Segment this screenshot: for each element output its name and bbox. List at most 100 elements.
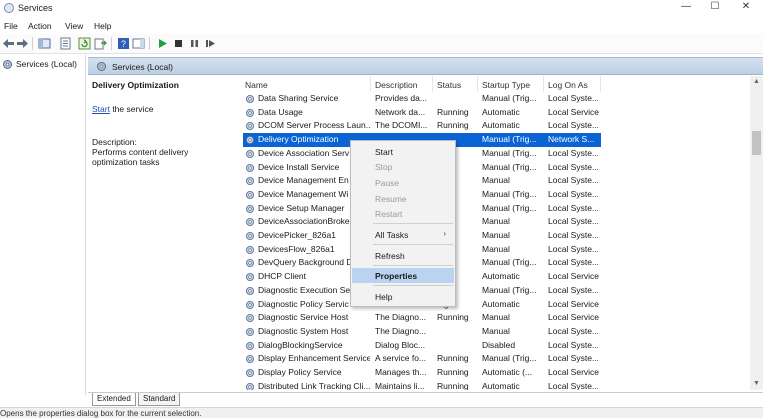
table-row[interactable]: Diagnostic Execution Se Manual (Trig... Lo…	[241, 284, 750, 298]
table-row[interactable]: Diagnostic Service Host The Diagno... Runn…	[241, 311, 750, 325]
services-list[interactable]: ^ Name Description Status Startup Type L…	[241, 76, 750, 390]
cell-startup-type: Automatic (...	[482, 367, 533, 377]
table-row[interactable]: Device Install Service Manual (Trig... Loc…	[241, 161, 750, 175]
table-row[interactable]: DCOM Server Process Laun... The DCOMI... R…	[241, 119, 750, 133]
table-row[interactable]: Distributed Link Tracking Cli... Maintain…	[241, 380, 750, 390]
table-row[interactable]: Delivery Optimization Manual (Trig... Netw…	[241, 133, 750, 147]
gear-icon	[245, 272, 255, 282]
menu-file[interactable]: File	[4, 21, 18, 31]
stop-service-icon[interactable]	[172, 37, 185, 50]
gear-icon	[245, 382, 255, 390]
scroll-up-icon[interactable]: ▲	[750, 76, 763, 88]
gear-icon	[245, 217, 255, 227]
title-bar: Services — ☐ ✕	[0, 0, 763, 16]
cell-startup-type: Manual (Trig...	[482, 257, 537, 268]
table-row[interactable]: Display Policy Service Manages th... Runni…	[241, 366, 750, 380]
table-row[interactable]: DeviceAssociationBroke Manual Local Syste.…	[241, 215, 750, 229]
menu-bar: File Action View Help	[0, 19, 763, 33]
show-hide-pane-icon[interactable]	[132, 37, 145, 50]
cell-status: Running	[437, 380, 469, 390]
table-row[interactable]: DHCP ClientingAutomaticLocal Service	[241, 270, 750, 284]
cell-log-on-as: Local Syste...	[548, 147, 600, 158]
context-menu-stop: Stop	[375, 162, 393, 172]
tab-standard[interactable]: Standard	[138, 393, 181, 406]
table-row[interactable]: Display Enhancement Service A service fo.…	[241, 352, 750, 366]
start-service-link[interactable]: Start	[92, 104, 110, 114]
gear-icon	[245, 231, 255, 241]
column-header-log-on-as[interactable]: Log On As	[544, 76, 601, 92]
context-menu-resume: Resume	[375, 194, 407, 204]
table-row[interactable]: DevicePicker_826a1 Manual Local Syste...	[241, 229, 750, 243]
gear-icon	[96, 61, 107, 72]
svg-text:?: ?	[121, 39, 126, 49]
table-row[interactable]: DevQuery Background D Manual (Trig... Loca…	[241, 256, 750, 270]
cell-status: Running	[437, 106, 469, 117]
gear-icon	[245, 300, 255, 310]
forward-arrow-icon[interactable]	[16, 37, 29, 50]
column-header-name[interactable]: ^ Name	[241, 76, 371, 92]
cell-log-on-as: Local Syste...	[548, 188, 600, 199]
table-row[interactable]: Data Sharing Service Provides da... Manual…	[241, 92, 750, 106]
sort-ascending-icon: ^	[303, 76, 307, 80]
refresh-icon[interactable]	[78, 37, 91, 50]
cell-startup-type: Disabled	[482, 339, 516, 350]
column-header-startup-type[interactable]: Startup Type	[478, 76, 544, 92]
console-tree-icon[interactable]	[38, 37, 51, 50]
table-row[interactable]: Data Usage Network da... Running Automatic L…	[241, 106, 750, 120]
export-list-icon[interactable]	[94, 37, 107, 50]
cell-log-on-as: Local Syste...	[548, 175, 600, 186]
properties-sheet-icon[interactable]	[59, 37, 72, 50]
table-row[interactable]: Diagnostic System Host The Diagno... Manua…	[241, 325, 750, 339]
table-row[interactable]: Device Setup Manager Manual (Trig... Local…	[241, 202, 750, 216]
gear-icon	[245, 327, 255, 337]
context-menu-all-tasks[interactable]: All Tasks ›	[352, 227, 454, 242]
table-row[interactable]: DevicesFlow_826a1 Manual Local Syste...	[241, 243, 750, 257]
gear-icon	[245, 341, 255, 351]
description-label: Description:	[92, 137, 137, 147]
context-menu-properties[interactable]: Properties	[352, 268, 454, 283]
tree-item-services-local[interactable]: Services (Local)	[2, 58, 82, 72]
gear-icon	[245, 354, 255, 364]
table-row[interactable]: Diagnostic Policy ServicingAutomaticLoca…	[241, 298, 750, 312]
table-row[interactable]: Device Association ServingManual (Trig..…	[241, 147, 750, 161]
context-menu-start[interactable]: Start	[352, 144, 454, 159]
cell-startup-type: Manual	[482, 325, 510, 336]
column-header-status[interactable]: Status	[433, 76, 478, 92]
context-menu-help[interactable]: Help	[352, 289, 454, 304]
scroll-down-icon[interactable]: ▼	[750, 378, 763, 390]
cell-description: Provides da...	[375, 93, 427, 103]
scrollbar-thumb[interactable]	[752, 131, 761, 155]
start-service-icon[interactable]	[156, 37, 169, 50]
minimize-button[interactable]: —	[671, 0, 701, 16]
cell-description: A service fo...	[375, 353, 427, 364]
help-icon[interactable]: ?	[117, 37, 130, 50]
cell-startup-type: Automatic	[482, 271, 520, 282]
cell-status: Running	[437, 367, 469, 377]
cell-description: Manages th...	[375, 367, 427, 377]
gear-icon	[245, 190, 255, 200]
cell-startup-type: Manual (Trig...	[482, 188, 537, 199]
cell-log-on-as: Local Service	[548, 298, 600, 309]
maximize-button[interactable]: ☐	[700, 0, 730, 16]
restart-service-icon[interactable]	[204, 37, 217, 50]
gear-icon	[245, 94, 255, 104]
gear-icon	[245, 108, 255, 118]
table-row[interactable]: Device Management En Manual Local Syste...	[241, 174, 750, 188]
vertical-scrollbar[interactable]: ▲ ▼	[750, 76, 763, 390]
cell-log-on-as: Local Syste...	[548, 339, 600, 350]
menu-action[interactable]: Action	[28, 21, 52, 31]
back-arrow-icon[interactable]	[2, 37, 15, 50]
column-header-description[interactable]: Description	[371, 76, 433, 92]
tab-extended[interactable]: Extended	[92, 393, 136, 406]
table-row[interactable]: Device Management Wi Manual (Trig... Local…	[241, 188, 750, 202]
context-menu-refresh[interactable]: Refresh	[352, 248, 454, 263]
table-row[interactable]: DialogBlockingService Dialog Bloc... Disab…	[241, 339, 750, 353]
cell-description: The Diagno...	[375, 312, 427, 323]
toolbar-separator	[32, 37, 33, 50]
pause-service-icon[interactable]	[188, 37, 201, 50]
cell-name: DialogBlockingService	[258, 339, 343, 350]
cell-startup-type: Automatic	[482, 298, 520, 309]
close-button[interactable]: ✕	[731, 0, 761, 16]
menu-view[interactable]: View	[65, 21, 83, 31]
menu-help[interactable]: Help	[94, 21, 111, 31]
